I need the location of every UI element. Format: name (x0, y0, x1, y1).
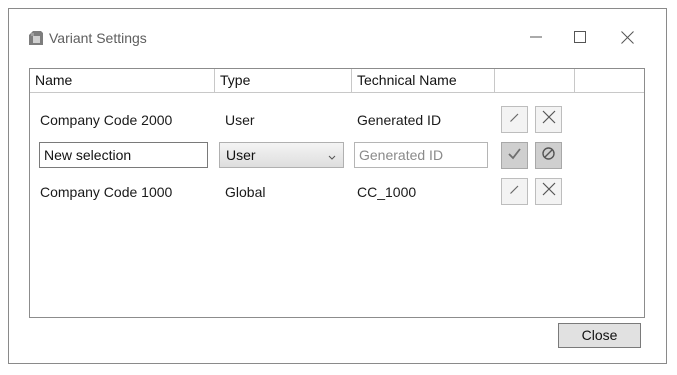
maximize-icon[interactable] (566, 23, 594, 51)
edit-button[interactable] (501, 178, 528, 205)
type-select-value: User (226, 147, 256, 163)
table-row-editing[interactable]: New selection User Generated ID (30, 137, 644, 173)
row-type: Global (225, 184, 266, 200)
close-icon[interactable] (613, 23, 641, 51)
delete-icon (542, 182, 556, 201)
confirm-button[interactable] (501, 142, 528, 169)
column-header-name[interactable]: Name (30, 69, 215, 92)
row-type: User (225, 112, 255, 128)
delete-button[interactable] (535, 106, 562, 133)
row-technical-name: Generated ID (357, 112, 442, 128)
cancel-icon (541, 146, 556, 166)
confirm-icon (507, 146, 522, 166)
chevron-down-icon (327, 149, 337, 160)
type-select[interactable]: User (219, 142, 344, 168)
edit-icon (508, 182, 522, 201)
delete-button[interactable] (535, 178, 562, 205)
delete-icon (542, 110, 556, 129)
table-row[interactable]: Company Code 2000 User Generated ID (30, 99, 644, 135)
name-input[interactable]: New selection (39, 142, 208, 168)
variants-list: Name Type Technical Name Company Code 20… (29, 68, 645, 318)
minimize-icon[interactable] (522, 23, 550, 51)
row-name: Company Code 1000 (40, 184, 173, 200)
column-header-technical-name[interactable]: Technical Name (352, 69, 495, 92)
column-header-type[interactable]: Type (215, 69, 352, 92)
row-name: Company Code 2000 (40, 112, 173, 128)
window-title: Variant Settings (49, 30, 147, 46)
edit-icon (508, 110, 522, 129)
title-bar: Variant Settings (9, 9, 666, 67)
table-row[interactable]: Company Code 1000 Global CC_1000 (30, 173, 644, 209)
list-header: Name Type Technical Name (30, 69, 644, 93)
edit-button[interactable] (501, 106, 528, 133)
column-divider (494, 69, 495, 92)
variant-settings-dialog: Variant Settings Name Type Technical Nam… (8, 8, 667, 364)
close-button[interactable]: Close (558, 323, 641, 348)
column-divider (574, 69, 575, 92)
row-technical-name: CC_1000 (357, 184, 417, 200)
cancel-edit-button[interactable] (535, 142, 562, 169)
variant-settings-icon (27, 29, 45, 47)
technical-name-input[interactable]: Generated ID (354, 142, 488, 168)
